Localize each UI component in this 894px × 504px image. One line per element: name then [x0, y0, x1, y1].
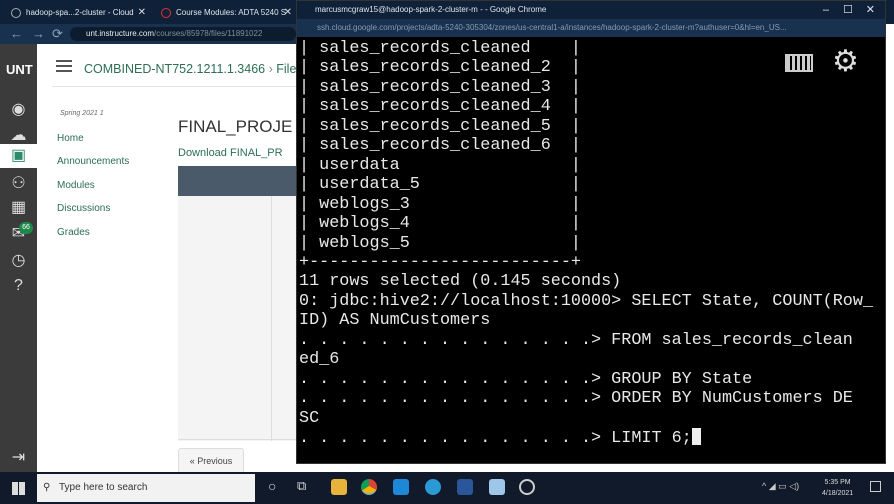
windows-taskbar: ⚲ Type here to search ○ ⧉ ^ ◢ ▭ ◁) 5:35 P… [0, 472, 894, 504]
terminal-output[interactable]: | sales_records_cleaned | | sales_records… [297, 39, 885, 463]
terminal-line: | weblogs_5 | [299, 233, 581, 253]
app-icon[interactable] [489, 479, 505, 495]
terminal-line: . . . . . . . . . . . . . . .> GROUP BY … [299, 369, 753, 389]
file-explorer-icon[interactable] [331, 479, 347, 495]
reload-icon[interactable]: ⟳ [52, 26, 63, 42]
minimize-button[interactable]: – [823, 1, 829, 19]
collapse-nav-icon[interactable]: ⇥ [9, 448, 28, 467]
terminal-line: | sales_records_cleaned_3 | [299, 77, 581, 97]
course-area: COMBINED-NT752.1211.1.3466 › Files Sprin… [37, 44, 303, 474]
ssh-terminal-window: marcusmcgraw15@hadoop-spark-2-cluster-m … [296, 0, 886, 464]
calendar-icon[interactable]: ▦ [9, 198, 28, 217]
terminal-line: . . . . . . . . . . . . . . .> LIMIT 6; [299, 428, 885, 448]
terminal-line: ID) AS NumCustomers [299, 311, 491, 331]
search-icon: ⚲ [43, 482, 51, 493]
terminal-line: ed_6 [299, 350, 340, 370]
terminal-line: . . . . . . . . . . . . . . .> ORDER BY … [299, 389, 853, 409]
previous-button[interactable]: « Previous [178, 448, 244, 474]
task-view-icon[interactable]: ⧉ [297, 478, 306, 494]
close-tab-icon[interactable]: ✕ [138, 3, 146, 23]
unt-logo: UNT [6, 62, 33, 77]
keyboard-icon[interactable] [785, 54, 813, 72]
clock[interactable]: 5:35 PM 4/18/2021 [822, 477, 853, 499]
edge-icon[interactable] [425, 479, 441, 495]
address-bar: ← → ⟳ unt.instructure.com/courses/85978/… [0, 24, 300, 44]
terminal-line: SC [299, 408, 320, 428]
course-nav-discussions[interactable]: Discussions [57, 203, 110, 214]
close-button[interactable]: ✕ [866, 1, 875, 19]
windows-start-icon[interactable] [12, 482, 25, 495]
ssh-url-bar[interactable]: ssh.cloud.google.com/projects/adta-5240-… [297, 19, 885, 37]
window-title: marcusmcgraw15@hadoop-spark-2-cluster-m … [297, 1, 885, 19]
globe-icon [11, 8, 21, 18]
terminal-line: | userdata_5 | [299, 175, 581, 195]
account-icon[interactable]: ◉ [9, 100, 28, 119]
terminal-line: | weblogs_3 | [299, 194, 581, 214]
word-icon[interactable] [457, 479, 473, 495]
course-nav-home[interactable]: Home [57, 133, 84, 144]
terminal-line: | sales_records_cleaned_6 | [299, 136, 581, 156]
gear-icon[interactable]: ⚙ [832, 45, 859, 79]
term-label: Spring 2021 1 [60, 110, 104, 117]
mail-icon[interactable] [393, 479, 409, 495]
system-tray-icons[interactable]: ^ ◢ ▭ ◁) [762, 481, 799, 492]
terminal-line: | sales_records_cleaned_5 | [299, 116, 581, 136]
chrome-icon[interactable] [361, 479, 377, 495]
terminal-line: . . . . . . . . . . . . . . .> FROM sale… [299, 330, 853, 350]
inbox-badge: 66 [19, 222, 33, 234]
cortana-icon[interactable]: ○ [268, 478, 276, 494]
tab-course-modules[interactable]: Course Modules: ADTA 5240 S ✕ [156, 3, 296, 23]
course-nav-announcements[interactable]: Announcements [57, 156, 129, 167]
terminal-line: +--------------------------+ [299, 252, 581, 272]
terminal-line: 0: jdbc:hive2://localhost:10000> SELECT … [299, 291, 874, 311]
course-nav-grades[interactable]: Grades [57, 227, 90, 238]
courses-nav-active[interactable]: ▣ [0, 144, 37, 168]
global-nav: UNT ◉ ☁ ▣ ⚇ ▦ ✉ 66 ◷ ? ⇥ [0, 44, 37, 472]
course-nav-modules[interactable]: Modules [57, 180, 95, 191]
terminal-line: 11 rows selected (0.145 seconds) [299, 272, 622, 292]
notification-icon[interactable] [870, 481, 881, 492]
file-preview-toolbar [178, 166, 296, 196]
file-preview [178, 196, 296, 441]
taskbar-search[interactable]: ⚲ Type here to search [37, 474, 255, 502]
divider [178, 439, 296, 440]
canvas-icon [161, 8, 171, 18]
forward-icon[interactable]: → [32, 26, 45, 41]
courses-icon: ▣ [10, 147, 27, 164]
maximize-button[interactable]: ☐ [843, 1, 853, 19]
close-tab-icon[interactable]: ✕ [284, 3, 292, 23]
download-link[interactable]: Download FINAL_PR [178, 147, 283, 159]
divider [52, 86, 296, 87]
hamburger-icon[interactable] [56, 60, 72, 62]
history-icon[interactable]: ◷ [9, 251, 28, 270]
app-icon-2[interactable] [519, 479, 535, 495]
url-input[interactable]: unt.instructure.com/courses/85978/files/… [70, 27, 296, 41]
page-title: FINAL_PROJE [178, 117, 293, 136]
help-icon[interactable]: ? [9, 276, 28, 295]
groups-icon[interactable]: ⚇ [9, 174, 28, 193]
terminal-line: | userdata | [299, 155, 581, 175]
terminal-cursor [691, 428, 701, 446]
terminal-line: | sales_records_cleaned_4 | [299, 97, 581, 117]
terminal-line: | weblogs_4 | [299, 214, 581, 234]
dashboard-icon[interactable]: ☁ [9, 126, 28, 145]
back-icon[interactable]: ← [10, 26, 23, 41]
tab-hadoop-cluster[interactable]: hadoop-spa...2-cluster - Cloud ✕ [6, 3, 150, 23]
breadcrumb: COMBINED-NT752.1211.1.3466 › Files [84, 62, 303, 76]
